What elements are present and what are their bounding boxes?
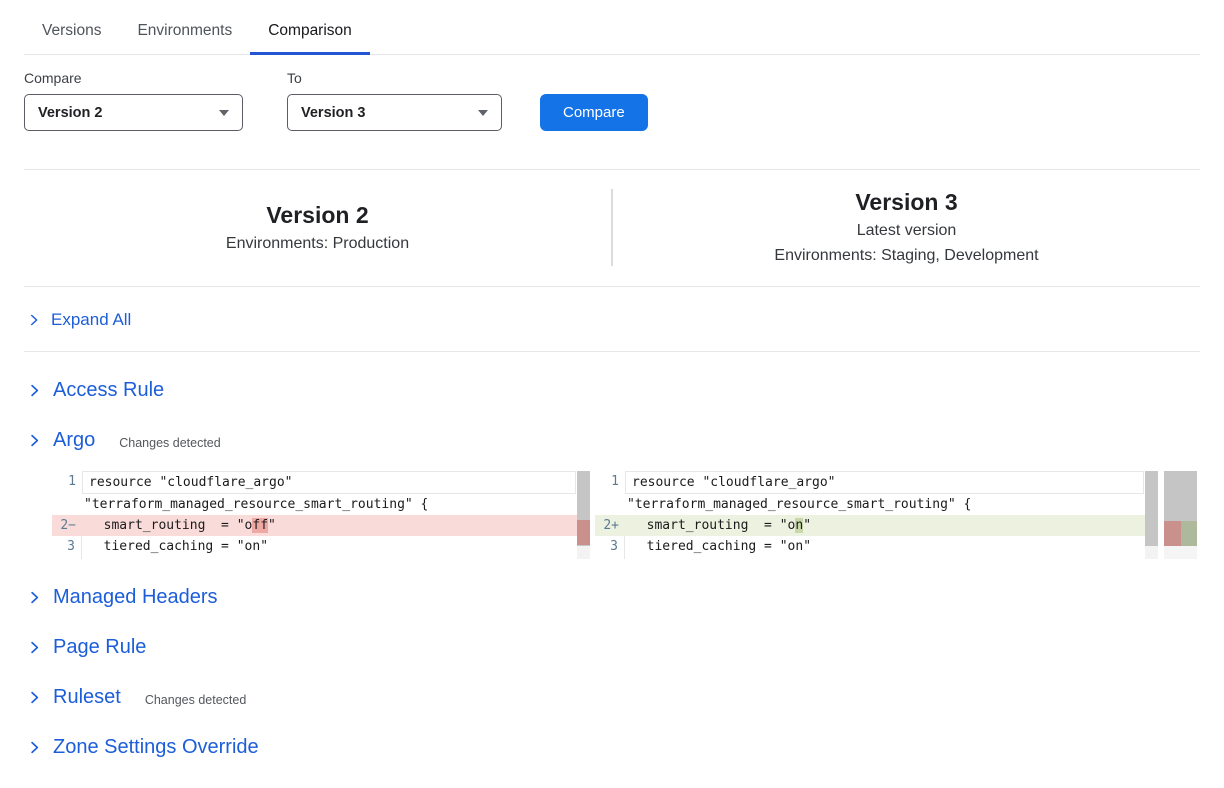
code-text: tiered_caching = "on"	[625, 536, 1144, 557]
line-number: 4	[52, 557, 82, 559]
section-label: Ruleset	[53, 686, 121, 709]
versions-header: Version 2 Environments: Production Versi…	[24, 170, 1200, 286]
chevron-right-icon	[28, 741, 41, 754]
section-zone-settings-override[interactable]: Zone Settings Override	[28, 736, 1200, 759]
diff-line: 4}	[52, 557, 590, 559]
code-text: resource "cloudflare_argo"	[625, 471, 1144, 494]
tab-comparison[interactable]: Comparison	[250, 16, 370, 54]
tab-environments[interactable]: Environments	[119, 16, 250, 54]
left-version-header: Version 2 Environments: Production	[24, 187, 611, 268]
overview-stub	[1164, 546, 1197, 559]
overview-marker-added	[1181, 521, 1197, 546]
chevron-right-icon	[28, 691, 41, 704]
chevron-right-icon	[28, 641, 41, 654]
tab-versions[interactable]: Versions	[24, 16, 119, 54]
line-number: 4	[595, 557, 625, 559]
section-managed-headers[interactable]: Managed Headers	[28, 586, 1200, 609]
overview-ruler[interactable]	[1164, 471, 1197, 559]
line-number	[52, 494, 82, 515]
diff-line: 1resource "cloudflare_argo"	[595, 471, 1158, 494]
diff-line: 2+ smart_routing = "on"	[595, 515, 1158, 536]
code-text: tiered_caching = "on"	[82, 536, 576, 557]
compare-to-select[interactable]: Version 3	[287, 94, 502, 131]
section-access-rule[interactable]: Access Rule	[28, 379, 1200, 402]
changes-detected-badge: Changes detected	[145, 693, 246, 707]
compare-from-value: Version 2	[38, 105, 102, 121]
diff-line: 4}	[595, 557, 1158, 559]
inline-diff-mark: ff	[252, 518, 268, 533]
line-number: 1	[52, 471, 82, 494]
diff-line: 1resource "cloudflare_argo"	[52, 471, 590, 494]
divider	[24, 351, 1200, 352]
left-version-title: Version 2	[266, 200, 368, 231]
line-number	[595, 494, 625, 515]
compare-from-select[interactable]: Version 2	[24, 94, 243, 131]
changes-detected-badge: Changes detected	[119, 436, 220, 450]
diff-line: "terraform_managed_resource_smart_routin…	[52, 494, 590, 515]
chevron-down-icon	[219, 110, 229, 116]
compare-from-label: Compare	[24, 70, 243, 86]
expand-all-button[interactable]: Expand All	[24, 287, 1200, 351]
section-page-rule[interactable]: Page Rule	[28, 636, 1200, 659]
chevron-right-icon	[28, 434, 41, 447]
chevron-right-icon	[28, 384, 41, 397]
line-number: 2−	[52, 515, 82, 536]
right-version-subtitle: Latest version	[857, 218, 957, 243]
left-version-environments: Environments: Production	[226, 231, 409, 256]
chevron-right-icon	[28, 591, 41, 604]
scrollbar-track	[577, 546, 590, 559]
diff-code-left: 1resource "cloudflare_argo""terraform_ma…	[52, 471, 590, 559]
diff-line: 2− smart_routing = "off"	[52, 515, 590, 536]
section-label: Access Rule	[53, 379, 164, 402]
compare-to-value: Version 3	[301, 105, 365, 121]
compare-form: Compare Version 2 To Version 3 Compare	[24, 70, 1200, 131]
section-label: Zone Settings Override	[53, 736, 259, 759]
diff-pane-left: 1resource "cloudflare_argo""terraform_ma…	[52, 471, 590, 559]
code-text: }	[82, 557, 576, 559]
diff-code-right: 1resource "cloudflare_argo""terraform_ma…	[595, 471, 1158, 559]
scrollbar-track	[1145, 546, 1158, 559]
line-number: 2+	[595, 515, 625, 536]
tab-bar: Versions Environments Comparison	[24, 0, 1200, 55]
diff-line: 3 tiered_caching = "on"	[595, 536, 1158, 557]
code-text: "terraform_managed_resource_smart_routin…	[82, 494, 576, 515]
right-version-environments: Environments: Staging, Development	[774, 243, 1038, 268]
comparison-page: Versions Environments Comparison Compare…	[0, 0, 1224, 788]
section-label: Argo	[53, 429, 95, 452]
section-label: Page Rule	[53, 636, 146, 659]
section-ruleset[interactable]: Ruleset Changes detected	[28, 686, 1200, 709]
code-text: smart_routing = "off"	[82, 515, 576, 536]
expand-all-label: Expand All	[51, 310, 131, 330]
right-version-header: Version 3 Latest version Environments: S…	[613, 187, 1200, 268]
argo-diff: 1resource "cloudflare_argo""terraform_ma…	[52, 471, 1200, 559]
scrollbar[interactable]	[577, 471, 590, 546]
section-argo[interactable]: Argo Changes detected	[28, 429, 1200, 452]
code-text: }	[625, 557, 1144, 559]
code-text: "terraform_managed_resource_smart_routin…	[625, 494, 1144, 515]
overview-marker-removed	[1164, 521, 1181, 546]
diff-pane-right: 1resource "cloudflare_argo""terraform_ma…	[595, 471, 1158, 559]
diff-line: "terraform_managed_resource_smart_routin…	[595, 494, 1158, 515]
line-number: 3	[595, 536, 625, 557]
compare-button[interactable]: Compare	[540, 94, 648, 131]
line-number: 1	[595, 471, 625, 494]
code-text: smart_routing = "on"	[625, 515, 1144, 536]
section-label: Managed Headers	[53, 586, 218, 609]
compare-to-label: To	[287, 70, 502, 86]
right-version-title: Version 3	[855, 187, 957, 218]
scrollbar[interactable]	[1145, 471, 1158, 546]
diff-line: 3 tiered_caching = "on"	[52, 536, 590, 557]
diff-marker-removed	[577, 520, 590, 545]
line-number: 3	[52, 536, 82, 557]
chevron-right-icon	[28, 314, 40, 326]
code-text: resource "cloudflare_argo"	[82, 471, 576, 494]
chevron-down-icon	[478, 110, 488, 116]
